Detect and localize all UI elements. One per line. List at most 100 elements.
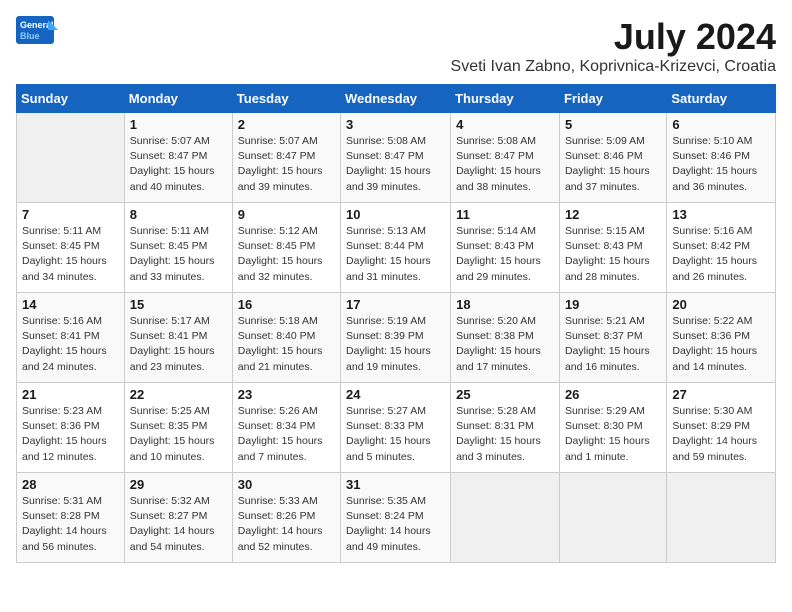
day-cell: 8 Sunrise: 5:11 AM Sunset: 8:45 PM Daylig… <box>124 203 232 293</box>
day-cell: 3 Sunrise: 5:08 AM Sunset: 8:47 PM Daylig… <box>341 113 451 203</box>
day-info: Sunrise: 5:11 AM Sunset: 8:45 PM Dayligh… <box>130 224 227 285</box>
header: General Blue July 2024 Sveti Ivan Zabno,… <box>16 16 776 76</box>
day-info: Sunrise: 5:18 AM Sunset: 8:40 PM Dayligh… <box>238 314 335 375</box>
day-number: 9 <box>238 207 335 222</box>
day-info: Sunrise: 5:07 AM Sunset: 8:47 PM Dayligh… <box>238 134 335 195</box>
day-cell: 24 Sunrise: 5:27 AM Sunset: 8:33 PM Dayli… <box>341 383 451 473</box>
day-info: Sunrise: 5:17 AM Sunset: 8:41 PM Dayligh… <box>130 314 227 375</box>
day-info: Sunrise: 5:13 AM Sunset: 8:44 PM Dayligh… <box>346 224 445 285</box>
day-number: 4 <box>456 117 554 132</box>
location-title: Sveti Ivan Zabno, Koprivnica-Krizevci, C… <box>451 58 776 76</box>
week-row-3: 14 Sunrise: 5:16 AM Sunset: 8:41 PM Dayli… <box>17 293 776 383</box>
day-info: Sunrise: 5:27 AM Sunset: 8:33 PM Dayligh… <box>346 404 445 465</box>
calendar-table: SundayMondayTuesdayWednesdayThursdayFrid… <box>16 84 776 563</box>
day-number: 26 <box>565 387 661 402</box>
day-info: Sunrise: 5:19 AM Sunset: 8:39 PM Dayligh… <box>346 314 445 375</box>
day-info: Sunrise: 5:08 AM Sunset: 8:47 PM Dayligh… <box>456 134 554 195</box>
day-cell: 14 Sunrise: 5:16 AM Sunset: 8:41 PM Dayli… <box>17 293 125 383</box>
day-info: Sunrise: 5:35 AM Sunset: 8:24 PM Dayligh… <box>346 494 445 555</box>
day-number: 15 <box>130 297 227 312</box>
day-cell: 6 Sunrise: 5:10 AM Sunset: 8:46 PM Daylig… <box>667 113 776 203</box>
day-info: Sunrise: 5:21 AM Sunset: 8:37 PM Dayligh… <box>565 314 661 375</box>
day-info: Sunrise: 5:07 AM Sunset: 8:47 PM Dayligh… <box>130 134 227 195</box>
calendar-header-row: SundayMondayTuesdayWednesdayThursdayFrid… <box>17 85 776 113</box>
col-header-thursday: Thursday <box>451 85 560 113</box>
day-cell: 30 Sunrise: 5:33 AM Sunset: 8:26 PM Dayli… <box>232 473 340 563</box>
day-cell: 4 Sunrise: 5:08 AM Sunset: 8:47 PM Daylig… <box>451 113 560 203</box>
day-info: Sunrise: 5:23 AM Sunset: 8:36 PM Dayligh… <box>22 404 119 465</box>
day-number: 10 <box>346 207 445 222</box>
day-cell <box>667 473 776 563</box>
day-cell: 17 Sunrise: 5:19 AM Sunset: 8:39 PM Dayli… <box>341 293 451 383</box>
day-cell: 9Sunrise: 5:12 AM Sunset: 8:45 PM Daylig… <box>232 203 340 293</box>
col-header-saturday: Saturday <box>667 85 776 113</box>
day-cell: 5 Sunrise: 5:09 AM Sunset: 8:46 PM Daylig… <box>559 113 666 203</box>
day-cell: 1 Sunrise: 5:07 AM Sunset: 8:47 PM Daylig… <box>124 113 232 203</box>
day-info: Sunrise: 5:08 AM Sunset: 8:47 PM Dayligh… <box>346 134 445 195</box>
day-cell: 15 Sunrise: 5:17 AM Sunset: 8:41 PM Dayli… <box>124 293 232 383</box>
day-number: 21 <box>22 387 119 402</box>
col-header-friday: Friday <box>559 85 666 113</box>
day-number: 28 <box>22 477 119 492</box>
day-number: 11 <box>456 207 554 222</box>
day-info: Sunrise: 5:32 AM Sunset: 8:27 PM Dayligh… <box>130 494 227 555</box>
week-row-4: 21 Sunrise: 5:23 AM Sunset: 8:36 PM Dayli… <box>17 383 776 473</box>
title-area: July 2024 Sveti Ivan Zabno, Koprivnica-K… <box>451 16 776 76</box>
day-cell: 23 Sunrise: 5:26 AM Sunset: 8:34 PM Dayli… <box>232 383 340 473</box>
day-info: Sunrise: 5:25 AM Sunset: 8:35 PM Dayligh… <box>130 404 227 465</box>
day-info: Sunrise: 5:14 AM Sunset: 8:43 PM Dayligh… <box>456 224 554 285</box>
day-cell: 28Sunrise: 5:31 AM Sunset: 8:28 PM Dayli… <box>17 473 125 563</box>
day-number: 25 <box>456 387 554 402</box>
day-info: Sunrise: 5:26 AM Sunset: 8:34 PM Dayligh… <box>238 404 335 465</box>
month-title: July 2024 <box>451 16 776 58</box>
day-number: 16 <box>238 297 335 312</box>
col-header-tuesday: Tuesday <box>232 85 340 113</box>
day-cell <box>559 473 666 563</box>
col-header-sunday: Sunday <box>17 85 125 113</box>
day-number: 3 <box>346 117 445 132</box>
logo: General Blue <box>16 16 58 52</box>
logo-icon: General Blue <box>16 16 58 52</box>
day-number: 14 <box>22 297 119 312</box>
day-number: 24 <box>346 387 445 402</box>
day-info: Sunrise: 5:20 AM Sunset: 8:38 PM Dayligh… <box>456 314 554 375</box>
day-info: Sunrise: 5:16 AM Sunset: 8:41 PM Dayligh… <box>22 314 119 375</box>
day-cell: 27Sunrise: 5:30 AM Sunset: 8:29 PM Dayli… <box>667 383 776 473</box>
week-row-5: 28Sunrise: 5:31 AM Sunset: 8:28 PM Dayli… <box>17 473 776 563</box>
day-cell: 20Sunrise: 5:22 AM Sunset: 8:36 PM Dayli… <box>667 293 776 383</box>
day-info: Sunrise: 5:10 AM Sunset: 8:46 PM Dayligh… <box>672 134 770 195</box>
day-number: 31 <box>346 477 445 492</box>
week-row-1: 1 Sunrise: 5:07 AM Sunset: 8:47 PM Daylig… <box>17 113 776 203</box>
col-header-wednesday: Wednesday <box>341 85 451 113</box>
col-header-monday: Monday <box>124 85 232 113</box>
day-info: Sunrise: 5:09 AM Sunset: 8:46 PM Dayligh… <box>565 134 661 195</box>
day-number: 19 <box>565 297 661 312</box>
day-number: 13 <box>672 207 770 222</box>
day-number: 23 <box>238 387 335 402</box>
day-number: 22 <box>130 387 227 402</box>
week-row-2: 7Sunrise: 5:11 AM Sunset: 8:45 PM Daylig… <box>17 203 776 293</box>
day-info: Sunrise: 5:33 AM Sunset: 8:26 PM Dayligh… <box>238 494 335 555</box>
day-info: Sunrise: 5:15 AM Sunset: 8:43 PM Dayligh… <box>565 224 661 285</box>
day-cell: 11 Sunrise: 5:14 AM Sunset: 8:43 PM Dayli… <box>451 203 560 293</box>
day-number: 2 <box>238 117 335 132</box>
day-number: 5 <box>565 117 661 132</box>
day-number: 30 <box>238 477 335 492</box>
day-cell: 25Sunrise: 5:28 AM Sunset: 8:31 PM Dayli… <box>451 383 560 473</box>
day-cell <box>451 473 560 563</box>
day-cell: 18Sunrise: 5:20 AM Sunset: 8:38 PM Dayli… <box>451 293 560 383</box>
svg-text:Blue: Blue <box>20 31 40 41</box>
day-number: 8 <box>130 207 227 222</box>
day-info: Sunrise: 5:11 AM Sunset: 8:45 PM Dayligh… <box>22 224 119 285</box>
day-cell: 31 Sunrise: 5:35 AM Sunset: 8:24 PM Dayli… <box>341 473 451 563</box>
day-cell: 19 Sunrise: 5:21 AM Sunset: 8:37 PM Dayli… <box>559 293 666 383</box>
day-cell: 22 Sunrise: 5:25 AM Sunset: 8:35 PM Dayli… <box>124 383 232 473</box>
day-number: 20 <box>672 297 770 312</box>
day-cell: 29 Sunrise: 5:32 AM Sunset: 8:27 PM Dayli… <box>124 473 232 563</box>
day-info: Sunrise: 5:30 AM Sunset: 8:29 PM Dayligh… <box>672 404 770 465</box>
day-number: 29 <box>130 477 227 492</box>
day-number: 1 <box>130 117 227 132</box>
day-number: 6 <box>672 117 770 132</box>
day-number: 17 <box>346 297 445 312</box>
day-info: Sunrise: 5:16 AM Sunset: 8:42 PM Dayligh… <box>672 224 770 285</box>
